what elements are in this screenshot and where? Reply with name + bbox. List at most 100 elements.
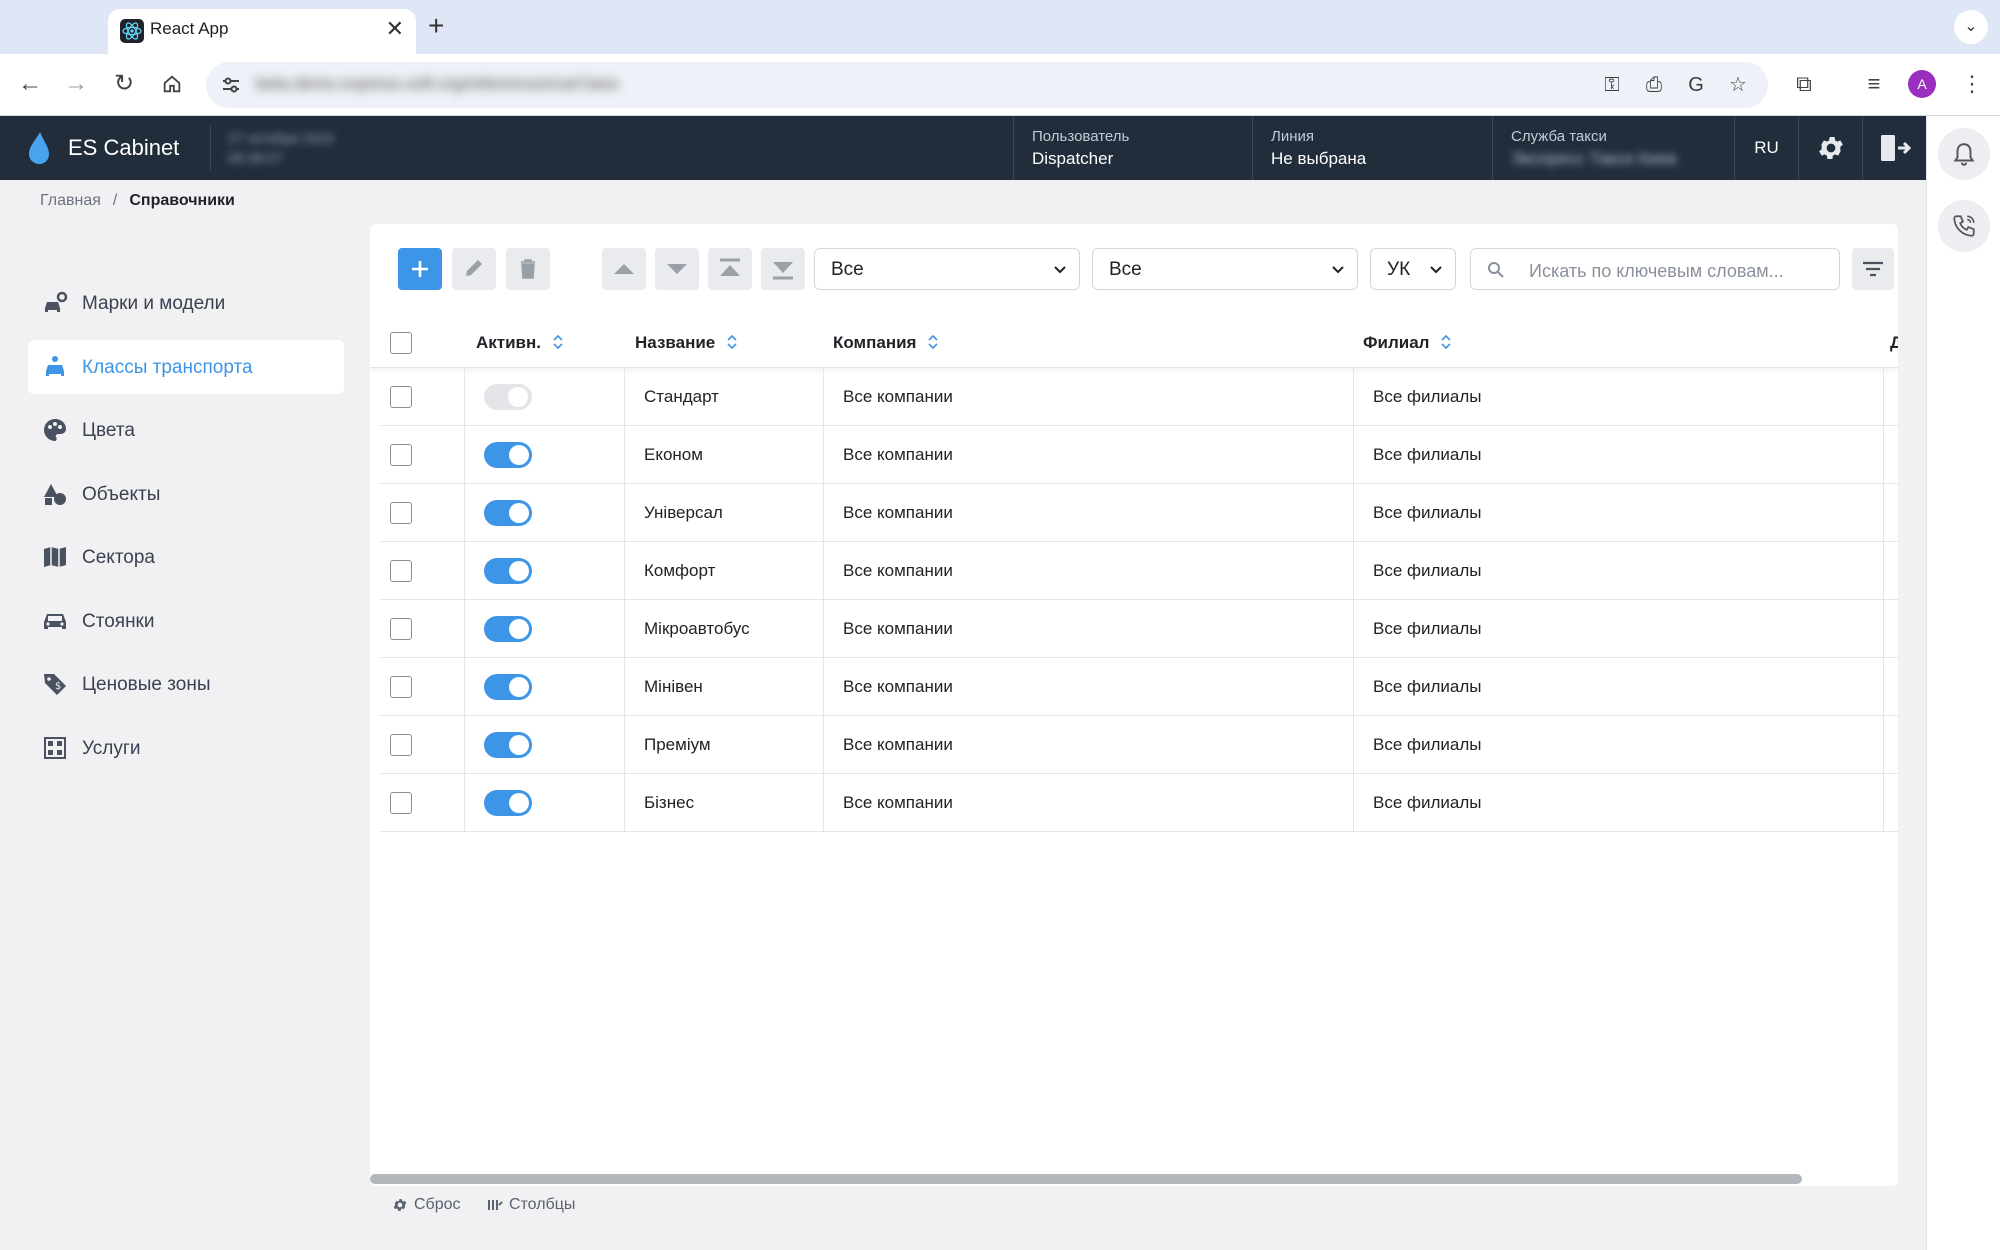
move-down-button[interactable]: [655, 248, 699, 290]
cell-branch: Все филиалы: [1373, 735, 1482, 754]
row-checkbox[interactable]: [390, 386, 412, 408]
bookmark-star-icon[interactable]: ☆: [1724, 71, 1752, 99]
active-toggle[interactable]: [484, 732, 532, 758]
cell-name: Бізнес: [644, 793, 695, 812]
sidebar-item-vehicle-classes[interactable]: Классы транспорта: [28, 339, 344, 394]
table-row[interactable]: Мінівен Все компании Все филиалы: [380, 658, 1898, 716]
cell-company: Все компании: [843, 677, 953, 696]
column-header-company[interactable]: Компания: [833, 333, 939, 353]
shapes-icon: [44, 483, 66, 505]
active-toggle[interactable]: [484, 558, 532, 584]
active-toggle[interactable]: [484, 616, 532, 642]
car-front-icon: [44, 613, 66, 629]
sidebar-item-price-zones[interactable]: $ Ценовые зоны: [28, 657, 344, 711]
reset-gear-icon: [393, 1199, 407, 1211]
forward-icon[interactable]: →: [58, 66, 94, 102]
profile-avatar[interactable]: A: [1908, 70, 1936, 98]
calls-button[interactable]: [1938, 200, 1990, 252]
column-header-active[interactable]: Активн.: [476, 333, 563, 353]
horizontal-scrollbar[interactable]: [370, 1174, 1802, 1184]
tab-search-chevron-icon[interactable]: ⌄: [1954, 10, 1988, 44]
company-filter-select[interactable]: Все: [814, 248, 1080, 290]
url-text: beta.demo.express-soft.org/references/ca…: [256, 74, 619, 93]
browser-menu-icon[interactable]: ⋮: [1956, 68, 1988, 100]
table-row[interactable]: Комфорт Все компании Все филиалы: [380, 542, 1898, 600]
column-header-name[interactable]: Название: [635, 333, 737, 353]
brand-name: ES Cabinet: [68, 135, 180, 160]
home-icon[interactable]: [154, 66, 190, 102]
sidebar-item-parkings[interactable]: Стоянки: [28, 594, 344, 648]
table-row[interactable]: Мікроавтобус Все компании Все филиалы: [380, 600, 1898, 658]
active-toggle[interactable]: [484, 384, 532, 410]
logo-drop-icon: [29, 132, 49, 164]
columns-button[interactable]: Столбцы: [487, 1196, 575, 1214]
sidebar-item-sectors[interactable]: Сектора: [28, 530, 344, 584]
language-filter-select[interactable]: УК: [1370, 248, 1456, 290]
row-checkbox[interactable]: [390, 444, 412, 466]
header-taxi-service[interactable]: Служба такси Экспресс Такси Киев: [1492, 116, 1734, 180]
translate-icon[interactable]: G: [1682, 71, 1710, 99]
move-top-button[interactable]: [708, 248, 752, 290]
row-checkbox[interactable]: [390, 792, 412, 814]
logout-button[interactable]: [1862, 116, 1926, 180]
extensions-icon[interactable]: ⧉: [1788, 68, 1820, 100]
cell-name: Мінівен: [644, 677, 703, 696]
active-toggle[interactable]: [484, 500, 532, 526]
chevron-down-icon: [1332, 266, 1344, 274]
reset-button[interactable]: Сброс: [392, 1196, 461, 1214]
table-row[interactable]: Економ Все компании Все филиалы: [380, 426, 1898, 484]
add-button[interactable]: [398, 248, 442, 290]
palette-icon: [44, 419, 66, 441]
filter-lines-icon: [1863, 261, 1883, 277]
branch-filter-select[interactable]: Все: [1092, 248, 1358, 290]
language-switch[interactable]: RU: [1734, 116, 1798, 180]
sidebar-item-brands-models[interactable]: Марки и модели: [28, 276, 344, 330]
cell-company: Все компании: [843, 503, 953, 522]
row-checkbox[interactable]: [390, 560, 412, 582]
search-field[interactable]: Искать по ключевым словам...: [1470, 248, 1840, 290]
row-checkbox[interactable]: [390, 502, 412, 524]
sidebar-item-colors[interactable]: Цвета: [28, 403, 344, 457]
back-icon[interactable]: ←: [12, 66, 48, 102]
table-header: Активн. Название Компания Филиал Д: [370, 318, 1898, 368]
table-row[interactable]: Універсал Все компании Все филиалы: [380, 484, 1898, 542]
breadcrumb-home[interactable]: Главная: [40, 192, 101, 209]
row-checkbox[interactable]: [390, 734, 412, 756]
media-controls-icon[interactable]: ≡: [1858, 68, 1890, 100]
active-toggle[interactable]: [484, 790, 532, 816]
password-key-icon[interactable]: ⚿: [1598, 71, 1626, 99]
taxi-value: Экспресс Такси Киев: [1511, 149, 1677, 168]
reload-icon[interactable]: ↻: [106, 66, 142, 102]
sidebar-item-objects[interactable]: Объекты: [28, 467, 344, 521]
delete-button[interactable]: [506, 248, 550, 290]
settings-button[interactable]: [1798, 116, 1862, 180]
new-tab-icon[interactable]: +: [428, 10, 444, 42]
table-row[interactable]: Преміум Все компании Все филиалы: [380, 716, 1898, 774]
move-bottom-button[interactable]: [761, 248, 805, 290]
table-footer: Сброс Столбцы: [392, 1196, 597, 1218]
header-line[interactable]: Линия Не выбрана: [1252, 116, 1492, 180]
notifications-button[interactable]: [1938, 128, 1990, 180]
column-header-truncated[interactable]: Д: [1890, 333, 1898, 353]
active-toggle[interactable]: [484, 442, 532, 468]
column-header-branch[interactable]: Филиал: [1363, 333, 1452, 353]
sidebar-item-services[interactable]: Услуги: [28, 721, 344, 775]
install-app-icon[interactable]: ⎙: [1640, 71, 1668, 99]
edit-button[interactable]: [452, 248, 496, 290]
move-up-button[interactable]: [602, 248, 646, 290]
tab-close-icon[interactable]: ✕: [386, 15, 404, 43]
browser-tab[interactable]: React App ✕: [108, 9, 416, 54]
active-toggle[interactable]: [484, 674, 532, 700]
row-checkbox[interactable]: [390, 676, 412, 698]
column-filter-button[interactable]: [1852, 248, 1894, 290]
triangle-down-icon: [667, 264, 687, 274]
table-row[interactable]: Стандарт Все компании Все филиалы: [380, 368, 1898, 426]
table-row[interactable]: Бізнес Все компании Все филиалы: [380, 774, 1898, 832]
sort-icon: [727, 335, 737, 349]
row-checkbox[interactable]: [390, 618, 412, 640]
plus-icon: [412, 261, 428, 277]
site-settings-icon[interactable]: [218, 72, 244, 98]
search-input[interactable]: Искать по ключевым словам...: [1529, 261, 1784, 282]
address-bar[interactable]: beta.demo.express-soft.org/references/ca…: [206, 62, 1768, 108]
select-all-checkbox[interactable]: [390, 332, 412, 354]
